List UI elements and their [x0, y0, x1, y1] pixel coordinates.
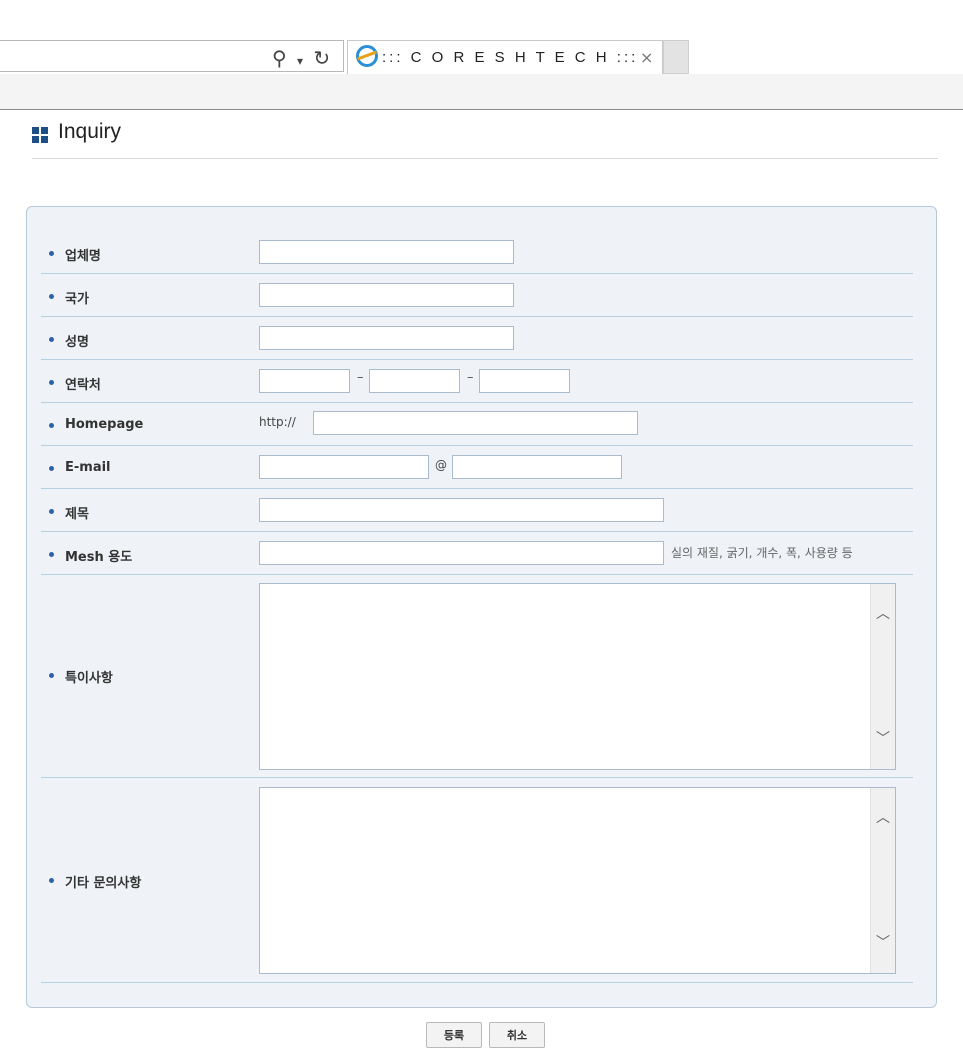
- refresh-icon[interactable]: ↻: [313, 46, 332, 70]
- notes-label: 특이사항: [49, 667, 113, 686]
- mesh-usage-hint: 실의 재질, 굵기, 개수, 폭, 사용량 등: [671, 546, 853, 560]
- address-bar-icons: ⚲ ▾ ↻: [272, 46, 332, 70]
- phone-part3-input[interactable]: [479, 369, 570, 393]
- mesh-usage-label: Mesh 용도: [48, 546, 132, 565]
- submit-button[interactable]: 등록: [426, 1022, 482, 1048]
- chevron-down-icon[interactable]: ﹀: [875, 731, 891, 747]
- email-domain-input[interactable]: [452, 455, 622, 479]
- email-at-sign: @: [435, 458, 447, 472]
- tab-title: ::: C O R E S H T E C H :::: [382, 49, 639, 66]
- page-title: Inquiry: [58, 120, 122, 143]
- row-country: 국가: [41, 274, 913, 317]
- company-label: 업체명: [49, 245, 101, 264]
- phone-part2-input[interactable]: [369, 369, 460, 393]
- company-input[interactable]: [259, 240, 514, 264]
- ie-logo-icon: [356, 45, 378, 67]
- country-label: 국가: [49, 288, 89, 307]
- email-local-input[interactable]: [259, 455, 429, 479]
- chevron-down-icon[interactable]: ﹀: [875, 935, 891, 951]
- homepage-input[interactable]: [313, 411, 638, 435]
- country-input[interactable]: [259, 283, 514, 307]
- row-email: E-mail @: [41, 446, 913, 489]
- phone-separator: –: [467, 370, 474, 385]
- chevron-up-icon[interactable]: ︿: [875, 606, 891, 622]
- other-inquiry-label: 기타 문의사항: [48, 872, 141, 891]
- row-name: 성명: [41, 317, 913, 360]
- row-notes: 특이사항 ︿ ﹀: [41, 575, 913, 778]
- homepage-label: Homepage: [48, 417, 144, 432]
- subject-input[interactable]: [259, 498, 664, 522]
- inquiry-form: 업체명 국가 성명 연락처 – – Homepage http:// E-mai…: [26, 206, 937, 1008]
- row-homepage: Homepage http://: [41, 403, 913, 446]
- mesh-usage-input[interactable]: [259, 541, 664, 565]
- name-label: 성명: [49, 331, 89, 350]
- grid-icon: [32, 127, 48, 143]
- new-tab-button[interactable]: [663, 40, 689, 74]
- phone-part1-input[interactable]: [259, 369, 350, 393]
- row-subject: 제목: [41, 489, 913, 532]
- email-label: E-mail: [49, 460, 111, 475]
- browser-chrome: ⚲ ▾ ↻ ::: C O R E S H T E C H ::: ×: [0, 0, 963, 110]
- other-inquiry-scrollbar[interactable]: ︿ ﹀: [870, 788, 895, 973]
- cancel-button[interactable]: 취소: [489, 1022, 545, 1048]
- row-contact: 연락처 – –: [41, 360, 913, 403]
- subject-label: 제목: [49, 503, 89, 522]
- other-inquiry-textarea[interactable]: ︿ ﹀: [259, 787, 896, 974]
- row-other-inquiry: 기타 문의사항 ︿ ﹀: [41, 778, 913, 983]
- page-heading: Inquiry: [32, 120, 938, 159]
- row-company: 업체명: [41, 231, 913, 274]
- chevron-up-icon[interactable]: ︿: [875, 810, 891, 826]
- command-bar: [0, 74, 963, 110]
- homepage-prefix: http://: [259, 415, 296, 429]
- notes-textarea[interactable]: ︿ ﹀: [259, 583, 896, 770]
- browser-tab[interactable]: ::: C O R E S H T E C H ::: ×: [347, 40, 663, 74]
- notes-scrollbar[interactable]: ︿ ﹀: [870, 584, 895, 769]
- name-input[interactable]: [259, 326, 514, 350]
- search-icon[interactable]: ⚲: [272, 46, 289, 70]
- dropdown-icon[interactable]: ▾: [297, 54, 305, 68]
- close-tab-icon[interactable]: ×: [640, 48, 653, 67]
- phone-separator: –: [357, 370, 364, 385]
- contact-label: 연락처: [49, 374, 101, 393]
- row-mesh-usage: Mesh 용도 실의 재질, 굵기, 개수, 폭, 사용량 등: [41, 532, 913, 575]
